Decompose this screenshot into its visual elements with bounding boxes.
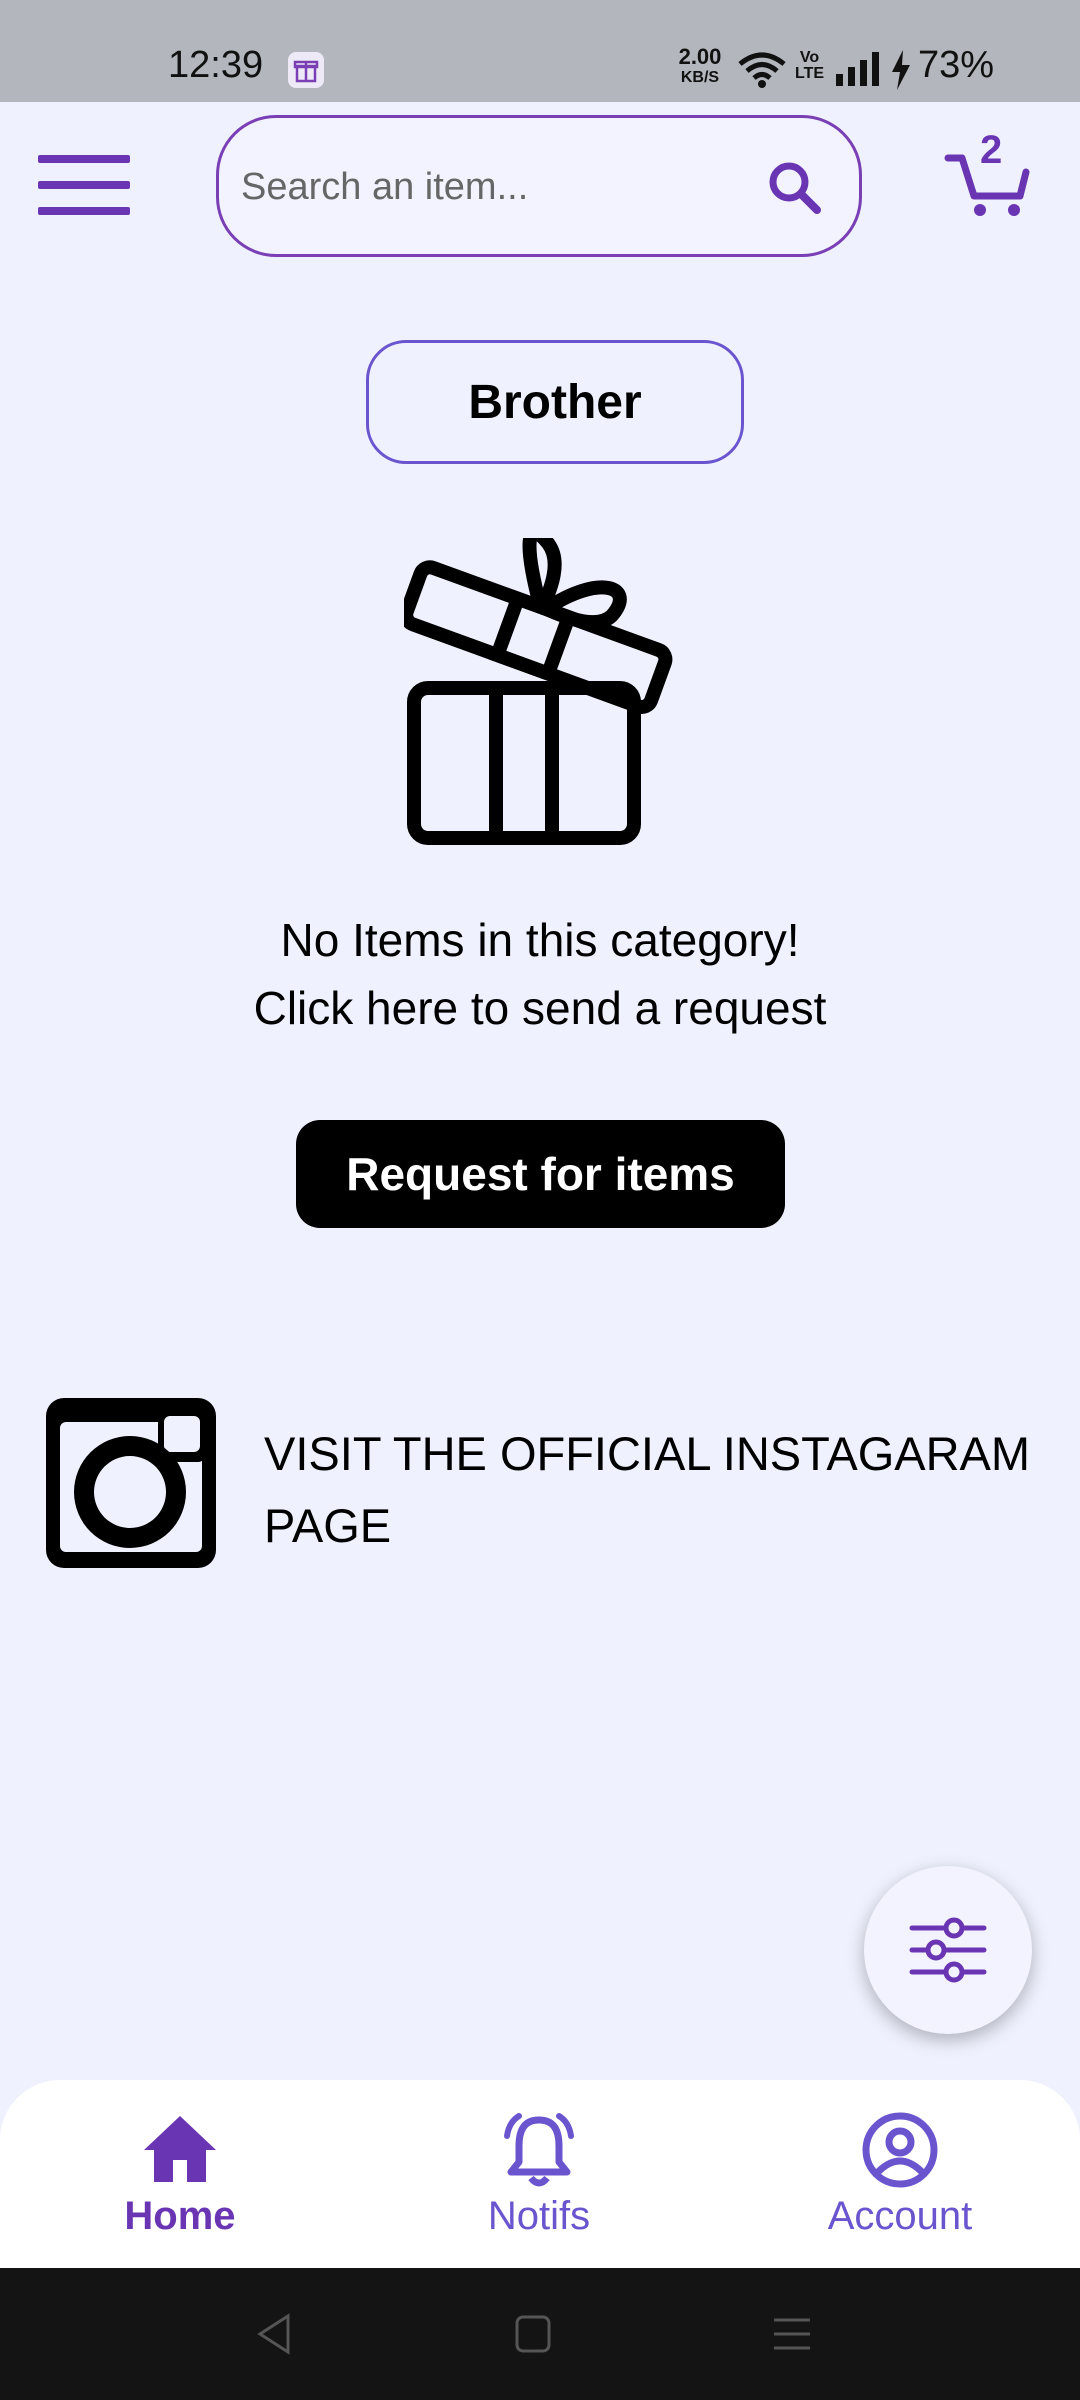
menu-button[interactable] xyxy=(38,155,130,217)
nav-account-label: Account xyxy=(827,2194,973,2238)
search-input[interactable] xyxy=(239,148,763,226)
signal-icon xyxy=(836,52,882,91)
empty-state-line-2: Click here to send a request xyxy=(253,982,827,1034)
volte-indicator: Vo LTE xyxy=(795,50,824,82)
battery-percent: 73% xyxy=(918,44,995,86)
menu-icon-bar-bottom xyxy=(38,207,130,215)
instagram-icon xyxy=(46,1398,216,1568)
home-icon xyxy=(144,2116,216,2182)
open-gift-icon xyxy=(404,538,673,845)
filter-button[interactable] xyxy=(864,1866,1032,2034)
nav-home-label: Home xyxy=(124,2194,236,2238)
instagram-link[interactable]: VISIT THE OFFICIAL INSTAGARAM PAGE xyxy=(46,1398,1036,1570)
gift-app-notification-icon xyxy=(288,52,324,88)
charging-icon xyxy=(890,50,912,95)
menu-icon-bar-top xyxy=(38,155,130,163)
volte-top: Vo xyxy=(799,49,820,66)
account-icon xyxy=(862,2112,938,2188)
empty-state-message[interactable]: No Items in this category! Click here to… xyxy=(140,906,940,1042)
bell-icon xyxy=(504,2113,574,2187)
cart-count-badge: 2 xyxy=(980,128,1003,172)
nav-home[interactable]: Home xyxy=(60,2110,300,2260)
search-icon[interactable] xyxy=(765,158,825,218)
category-chip[interactable]: Brother xyxy=(366,340,744,464)
sliders-icon xyxy=(909,1917,987,1983)
status-bar: 12:39 2.00 KB/S Vo LTE 73% xyxy=(0,0,1080,102)
nav-account[interactable]: Account xyxy=(780,2110,1020,2260)
status-time: 12:39 xyxy=(168,44,264,86)
back-icon[interactable] xyxy=(254,2312,294,2356)
system-navigation-bar xyxy=(0,2268,1080,2400)
instagram-link-text: VISIT THE OFFICIAL INSTAGARAM PAGE xyxy=(264,1427,1031,1552)
nav-notifs-label: Notifs xyxy=(487,2194,591,2238)
nav-notifs[interactable]: Notifs xyxy=(419,2110,659,2260)
home-square-icon[interactable] xyxy=(514,2314,552,2354)
menu-icon-bar-middle xyxy=(38,181,130,189)
network-speed-unit: KB/S xyxy=(680,69,720,86)
network-speed-value: 2.00 xyxy=(678,44,722,69)
recents-icon[interactable] xyxy=(772,2314,812,2354)
wifi-icon xyxy=(736,50,788,95)
empty-state-line-1: No Items in this category! xyxy=(280,914,800,966)
request-items-button[interactable]: Request for items xyxy=(296,1120,785,1228)
network-speed: 2.00 KB/S xyxy=(670,46,730,86)
search-box xyxy=(216,115,862,257)
bottom-navigation: Home Notifs Account xyxy=(0,2080,1080,2268)
volte-bottom: LTE xyxy=(795,65,825,82)
